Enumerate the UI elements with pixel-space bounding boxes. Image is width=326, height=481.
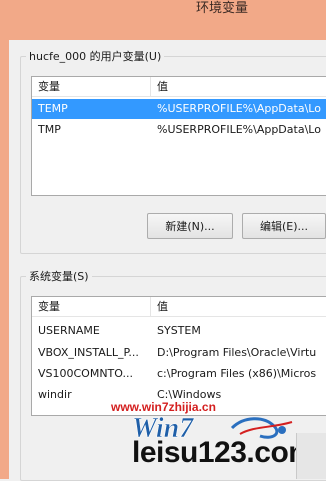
variable-value-cell: %USERPROFILE%\AppData\Lo (157, 123, 321, 136)
window-border (0, 40, 9, 479)
system-variable-row-username[interactable]: USERNAME SYSTEM (32, 321, 326, 341)
user-variable-row-temp[interactable]: TEMP %USERPROFILE%\AppData\Lo (32, 99, 326, 119)
system-variable-row-vbox-install-path[interactable]: VBOX_INSTALL_P... D:\Program Files\Oracl… (32, 343, 326, 363)
variable-name-cell: USERNAME (38, 324, 100, 337)
user-variables-group-label: hucfe_000 的用户变量(U) (26, 48, 165, 64)
column-header-value[interactable]: 值 (151, 297, 326, 316)
column-header-variable[interactable]: 变量 (32, 77, 150, 96)
title-bar[interactable]: 环境变量 (0, 0, 326, 40)
dialog-corner-shadow (296, 433, 326, 479)
variable-name-cell: TMP (38, 123, 61, 136)
variable-name-cell: TEMP (38, 102, 68, 115)
user-variables-list-header: 变量 值 (32, 77, 326, 97)
edit-user-variable-button[interactable]: 编辑(E)... (242, 213, 326, 239)
user-variable-row-tmp[interactable]: TMP %USERPROFILE%\AppData\Lo (32, 120, 326, 140)
column-header-value[interactable]: 值 (151, 77, 326, 96)
watermark-main-text: leisu123.com (132, 436, 315, 469)
variable-name-cell: VS100COMNTO... (38, 367, 133, 380)
new-user-variable-button[interactable]: 新建(N)... (147, 213, 233, 239)
system-variables-list[interactable]: 变量 值 USERNAME SYSTEM VBOX_INSTALL_P... D… (31, 296, 326, 416)
system-variables-group-label: 系统变量(S) (26, 268, 92, 284)
variable-value-cell: c:\Program Files (x86)\Micros (157, 367, 317, 380)
user-variables-list[interactable]: 变量 值 TEMP %USERPROFILE%\AppData\Lo TMP %… (31, 76, 326, 196)
system-variables-list-header: 变量 值 (32, 297, 326, 317)
variable-value-cell: SYSTEM (157, 324, 201, 337)
variable-value-cell: D:\Program Files\Oracle\Virtu (157, 346, 317, 359)
watermark-swirl-icon (230, 417, 293, 439)
variable-value-cell: %USERPROFILE%\AppData\Lo (157, 102, 321, 115)
window-title: 环境变量 (196, 1, 249, 16)
system-variable-row-vs100comntools[interactable]: VS100COMNTO... c:\Program Files (x86)\Mi… (32, 364, 326, 384)
column-header-variable[interactable]: 变量 (32, 297, 150, 316)
variable-name-cell: VBOX_INSTALL_P... (38, 346, 139, 359)
